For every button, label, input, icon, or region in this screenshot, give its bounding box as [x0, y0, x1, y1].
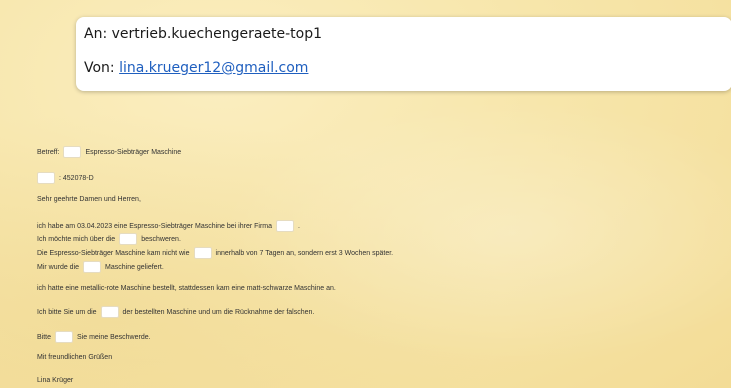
blank-5[interactable]: [100, 306, 119, 318]
blank-subject[interactable]: [63, 146, 82, 158]
paragraph-line-7: Bitte Sie meine Beschwerde.: [37, 331, 151, 343]
paragraph-line-4: Mir wurde die Maschine geliefert.: [37, 261, 164, 273]
p5-text: ich hatte eine metallic-rote Maschine be…: [37, 285, 336, 292]
p4-text-b: Maschine geliefert.: [105, 263, 164, 271]
p7-text-b: Sie meine Beschwerde.: [77, 333, 151, 341]
closing-text: Mit freundlichen Grüßen: [37, 354, 113, 361]
blank-2[interactable]: [119, 233, 138, 245]
p3-text-a: Die Espresso-Siebträger Maschine kam nic…: [37, 249, 190, 257]
sender-email-link[interactable]: lina.krueger12@gmail.com: [119, 60, 308, 76]
order-line: : 452078-D: [37, 172, 94, 184]
paragraph-line-6: Ich bitte Sie um die der bestellten Masc…: [37, 306, 314, 318]
email-header-card: An: vertrieb.kuechengeraete-top1 Von: li…: [76, 17, 731, 91]
sender-label: Von:: [84, 60, 120, 76]
subject-line: Betreff: Espresso-Siebträger Maschine: [37, 146, 181, 158]
p6-text-b: der bestellten Maschine und um die Rückn…: [122, 308, 315, 316]
paragraph-line-5: ich hatte eine metallic-rote Maschine be…: [37, 285, 336, 292]
paragraph-line-1: ich habe am 03.04.2023 eine Espresso-Sie…: [37, 220, 300, 232]
paragraph-line-3: Die Espresso-Siebträger Maschine kam nic…: [37, 247, 393, 259]
p6-text-a: Ich bitte Sie um die: [37, 308, 97, 316]
subject-text: Espresso-Siebträger Maschine: [85, 148, 182, 156]
p2-text-a: Ich möchte mich über die: [37, 235, 116, 243]
subject-prefix: Betreff:: [37, 148, 60, 156]
p1-text-b: .: [298, 222, 300, 230]
blank-6[interactable]: [55, 331, 74, 343]
blank-4[interactable]: [83, 261, 102, 273]
blank-order-label[interactable]: [37, 172, 55, 184]
recipient-label: An:: [84, 26, 112, 42]
p2-text-b: beschweren.: [141, 235, 181, 243]
signature-text: Lina Krüger: [37, 377, 74, 384]
order-number: : 452078-D: [59, 174, 94, 182]
p7-text-a: Bitte: [37, 333, 52, 341]
p3-text-b: innerhalb von 7 Tagen an, sondern erst 3…: [215, 249, 394, 257]
paragraph-line-2: Ich möchte mich über die beschweren.: [37, 233, 181, 245]
signature-line: Lina Krüger: [37, 377, 73, 384]
closing-line: Mit freundlichen Grüßen: [37, 354, 112, 361]
p4-text-a: Mir wurde die: [37, 263, 80, 271]
salutation: Sehr geehrte Damen und Herren,: [37, 196, 141, 203]
blank-1[interactable]: [276, 220, 295, 232]
p1-text-a: ich habe am 03.04.2023 eine Espresso-Sie…: [37, 222, 273, 230]
recipient-address: vertrieb.kuechengeraete-top1: [111, 26, 323, 42]
recipient-line: An: vertrieb.kuechengeraete-top1: [84, 23, 731, 45]
salutation-text: Sehr geehrte Damen und Herren,: [37, 196, 141, 203]
blank-3[interactable]: [193, 247, 212, 259]
sender-line: Von: lina.krueger12@gmail.com: [84, 57, 731, 79]
